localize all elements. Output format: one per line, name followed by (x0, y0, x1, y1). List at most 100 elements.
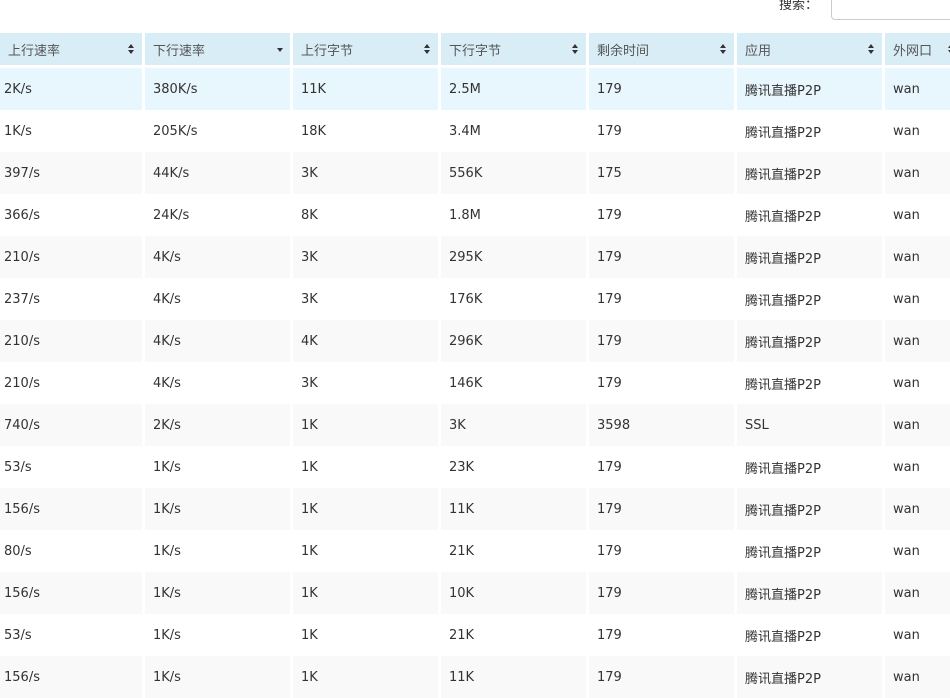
table-row[interactable]: 53/s 1K/s 1K 21K 179 腾讯直播P2P wan (0, 614, 950, 656)
cell-upload-rate: 210/s (0, 362, 145, 404)
table-row[interactable]: 740/s 2K/s 1K 3K 3598 SSL wan (0, 404, 950, 446)
column-header-download-rate[interactable]: 下行速率 (145, 33, 293, 68)
cell-download-bytes: 2.5M (441, 68, 589, 110)
connections-table: 上行速率 下行速率 上行字节 下行字节 剩余时间 应用 外网口 2K/s 380K/s 11K 2… (0, 33, 950, 698)
cell-application: 腾讯直播P2P (737, 152, 885, 194)
column-header-download-bytes[interactable]: 下行字节 (441, 33, 589, 68)
table-header-row: 上行速率 下行速率 上行字节 下行字节 剩余时间 应用 外网口 (0, 33, 950, 68)
table-row[interactable]: 156/s 1K/s 1K 11K 179 腾讯直播P2P wan (0, 488, 950, 530)
column-header-upload-bytes[interactable]: 上行字节 (293, 33, 441, 68)
cell-upload-rate: 366/s (0, 194, 145, 236)
sort-icon[interactable] (868, 44, 875, 55)
search-input[interactable] (831, 0, 950, 20)
cell-remaining-time: 175 (589, 152, 737, 194)
cell-remaining-time: 179 (589, 278, 737, 320)
cell-upload-bytes: 1K (293, 404, 441, 446)
table-row[interactable]: 397/s 44K/s 3K 556K 175 腾讯直播P2P wan (0, 152, 950, 194)
cell-download-bytes: 23K (441, 446, 589, 488)
cell-download-rate: 4K/s (145, 278, 293, 320)
table-row[interactable]: 80/s 1K/s 1K 21K 179 腾讯直播P2P wan (0, 530, 950, 572)
cell-remaining-time: 179 (589, 614, 737, 656)
table-row[interactable]: 53/s 1K/s 1K 23K 179 腾讯直播P2P wan (0, 446, 950, 488)
cell-remaining-time: 179 (589, 236, 737, 278)
sort-icon[interactable] (424, 44, 431, 55)
table-row[interactable]: 156/s 1K/s 1K 10K 179 腾讯直播P2P wan (0, 572, 950, 614)
column-header-label: 外网口 (893, 43, 933, 59)
cell-download-rate: 2K/s (145, 404, 293, 446)
table-row[interactable]: 366/s 24K/s 8K 1.8M 179 腾讯直播P2P wan (0, 194, 950, 236)
cell-wan-port: wan (885, 572, 950, 614)
column-header-label: 应用 (745, 43, 772, 59)
cell-upload-bytes: 3K (293, 152, 441, 194)
cell-upload-bytes: 3K (293, 236, 441, 278)
cell-download-rate: 1K/s (145, 488, 293, 530)
cell-wan-port: wan (885, 530, 950, 572)
cell-upload-rate: 53/s (0, 446, 145, 488)
cell-upload-bytes: 3K (293, 362, 441, 404)
cell-upload-rate: 80/s (0, 530, 145, 572)
column-header-upload-rate[interactable]: 上行速率 (0, 33, 145, 68)
cell-remaining-time: 179 (589, 194, 737, 236)
cell-application: 腾讯直播P2P (737, 362, 885, 404)
table-row[interactable]: 237/s 4K/s 3K 176K 179 腾讯直播P2P wan (0, 278, 950, 320)
cell-download-bytes: 295K (441, 236, 589, 278)
cell-wan-port: wan (885, 404, 950, 446)
sort-icon[interactable] (572, 44, 579, 55)
column-header-label: 剩余时间 (597, 43, 650, 59)
table-row[interactable]: 156/s 1K/s 1K 11K 179 腾讯直播P2P wan (0, 656, 950, 698)
table-row[interactable]: 210/s 4K/s 3K 146K 179 腾讯直播P2P wan (0, 362, 950, 404)
cell-download-bytes: 176K (441, 278, 589, 320)
cell-application: 腾讯直播P2P (737, 614, 885, 656)
cell-download-bytes: 21K (441, 614, 589, 656)
cell-download-rate: 380K/s (145, 68, 293, 110)
sort-icon[interactable] (720, 44, 727, 55)
cell-upload-bytes: 1K (293, 572, 441, 614)
cell-application: 腾讯直播P2P (737, 320, 885, 362)
cell-application: 腾讯直播P2P (737, 110, 885, 152)
cell-application: 腾讯直播P2P (737, 656, 885, 698)
sort-descending-icon[interactable] (277, 48, 283, 52)
sort-icon[interactable] (128, 44, 135, 55)
cell-application: SSL (737, 404, 885, 446)
cell-wan-port: wan (885, 110, 950, 152)
cell-upload-bytes: 1K (293, 488, 441, 530)
cell-upload-rate: 210/s (0, 320, 145, 362)
cell-remaining-time: 179 (589, 68, 737, 110)
cell-upload-bytes: 1K (293, 656, 441, 698)
cell-download-rate: 1K/s (145, 656, 293, 698)
table-row[interactable]: 210/s 4K/s 3K 295K 179 腾讯直播P2P wan (0, 236, 950, 278)
table-row[interactable]: 210/s 4K/s 4K 296K 179 腾讯直播P2P wan (0, 320, 950, 362)
cell-download-bytes: 296K (441, 320, 589, 362)
cell-application: 腾讯直播P2P (737, 488, 885, 530)
cell-wan-port: wan (885, 236, 950, 278)
cell-download-rate: 4K/s (145, 236, 293, 278)
cell-download-bytes: 10K (441, 572, 589, 614)
cell-upload-rate: 210/s (0, 236, 145, 278)
cell-upload-rate: 53/s (0, 614, 145, 656)
cell-download-rate: 1K/s (145, 446, 293, 488)
cell-remaining-time: 179 (589, 446, 737, 488)
cell-download-rate: 1K/s (145, 530, 293, 572)
cell-wan-port: wan (885, 614, 950, 656)
table-row[interactable]: 1K/s 205K/s 18K 3.4M 179 腾讯直播P2P wan (0, 110, 950, 152)
column-header-remaining-time[interactable]: 剩余时间 (589, 33, 737, 68)
cell-upload-bytes: 1K (293, 530, 441, 572)
cell-upload-bytes: 3K (293, 278, 441, 320)
column-header-label: 下行字节 (449, 43, 502, 59)
cell-upload-rate: 397/s (0, 152, 145, 194)
table-toolbar: 搜索： (0, 0, 950, 33)
table-row[interactable]: 2K/s 380K/s 11K 2.5M 179 腾讯直播P2P wan (0, 68, 950, 110)
cell-upload-rate: 237/s (0, 278, 145, 320)
column-header-application[interactable]: 应用 (737, 33, 885, 68)
cell-wan-port: wan (885, 68, 950, 110)
cell-remaining-time: 179 (589, 572, 737, 614)
cell-download-bytes: 1.8M (441, 194, 589, 236)
cell-application: 腾讯直播P2P (737, 68, 885, 110)
cell-remaining-time: 179 (589, 110, 737, 152)
cell-application: 腾讯直播P2P (737, 236, 885, 278)
column-header-wan-port[interactable]: 外网口 (885, 33, 950, 68)
cell-download-rate: 4K/s (145, 320, 293, 362)
cell-upload-rate: 156/s (0, 488, 145, 530)
cell-upload-rate: 156/s (0, 656, 145, 698)
cell-download-rate: 1K/s (145, 572, 293, 614)
